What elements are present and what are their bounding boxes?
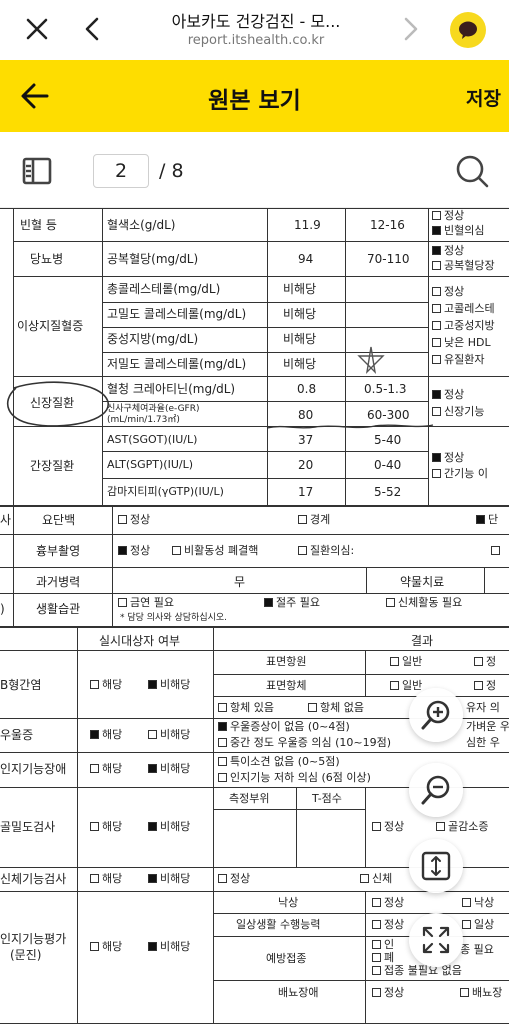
zoom-in-icon <box>421 700 450 730</box>
value-fasting-glucose: 94 <box>298 252 314 266</box>
fullscreen-button[interactable] <box>409 913 463 967</box>
browser-forward-icon[interactable] <box>397 16 423 42</box>
label-physical-function: 신체기능검사 <box>0 872 67 886</box>
browser-back-icon[interactable] <box>80 16 106 42</box>
ref-alt: 0-40 <box>374 458 402 472</box>
value-hemoglobin: 11.9 <box>294 218 321 232</box>
page-navigator: 2 / 8 <box>0 132 509 208</box>
document-page: 빈혈 등 혈색소(g/dL) 11.9 12-16 정상 빈혈의심 당뇨병 공복… <box>0 208 509 1024</box>
browser-title: 아보카도 건강검진 - 모... <box>171 12 341 31</box>
page-total: / 8 <box>159 160 184 182</box>
save-button[interactable]: 저장 <box>466 84 501 111</box>
zoom-out-icon <box>421 775 450 805</box>
item-ggt: 감마지티피(γGTP)(IU/L) <box>107 485 224 498</box>
item-hemoglobin: 혈색소(g/dL) <box>107 218 176 232</box>
lifestyle-note: * 담당 의사와 상담하십시오. <box>120 613 228 623</box>
page-list-icon[interactable] <box>22 157 52 185</box>
item-ast: AST(SGOT)(IU/L) <box>107 433 198 446</box>
zoom-out-button[interactable] <box>409 763 463 817</box>
opt-normal: 정상 <box>444 209 465 222</box>
item-triglyceride: 중성지방(mg/dL) <box>107 332 199 346</box>
value-ggt: 17 <box>298 485 314 499</box>
category-liver: 간장질환 <box>30 459 75 473</box>
label-urine-protein: 요단백 <box>42 513 76 527</box>
fullscreen-icon <box>422 926 450 954</box>
value-ldl: 비해당 <box>283 357 317 371</box>
value-ast: 37 <box>298 433 314 447</box>
item-egfr-unit: (mL/min/1.73㎡) <box>107 415 180 425</box>
category-kidney: 신장질환 <box>30 396 75 410</box>
category-lipid: 이상지질혈증 <box>17 319 84 333</box>
ref-fasting-glucose: 70-110 <box>367 252 410 266</box>
ref-ggt: 5-52 <box>374 485 402 499</box>
category-anemia: 빈혈 등 <box>20 218 57 232</box>
category-diabetes: 당뇨병 <box>30 252 64 266</box>
item-hdl: 고밀도 콜레스테롤(mg/dL) <box>107 307 247 321</box>
fit-page-button[interactable] <box>409 839 463 893</box>
star-doodle-icon <box>357 346 385 375</box>
app-header: 원본 보기 저장 <box>0 60 509 132</box>
col-target-header: 실시대상자 여부 <box>99 634 181 648</box>
browser-bar: 아보카도 건강검진 - 모... report.itshealth.co.kr <box>0 0 509 60</box>
close-icon[interactable] <box>24 16 50 42</box>
label-medication: 약물치료 <box>400 575 445 589</box>
item-creatinine: 혈청 크레아티닌(mg/dL) <box>107 382 236 396</box>
item-fasting-glucose: 공복혈당(mg/dL) <box>107 252 199 266</box>
label-bone-density: 골밀도검사 <box>0 820 56 834</box>
value-hdl: 비해당 <box>283 307 317 321</box>
value-triglyceride: 비해당 <box>283 332 317 346</box>
value-creatinine: 0.8 <box>297 382 317 396</box>
label-depression: 우울증 <box>0 728 34 742</box>
col-result-header: 결과 <box>411 634 434 648</box>
label-cognitive-evaluation: 인지기능평가 <box>0 932 67 946</box>
label-history: 과거병력 <box>36 575 81 589</box>
label-chest-xray: 흉부촬영 <box>36 544 81 558</box>
value-history: 무 <box>234 575 246 589</box>
ref-hemoglobin: 12-16 <box>370 218 405 232</box>
item-total-cholesterol: 총콜레스테롤(mg/dL) <box>107 282 221 296</box>
label-lifestyle: 생활습관 <box>36 602 81 616</box>
value-alt: 20 <box>298 458 314 472</box>
browser-url: report.itshealth.co.kr <box>187 33 325 48</box>
zoom-in-button[interactable] <box>409 688 463 742</box>
ref-creatinine: 0.5-1.3 <box>364 382 407 396</box>
kakaotalk-icon[interactable] <box>450 12 486 48</box>
page-title: 원본 보기 <box>208 88 301 114</box>
item-ldl: 저밀도 콜레스테롤(mg/dL) <box>107 357 247 371</box>
item-alt: ALT(SGPT)(IU/L) <box>107 458 194 471</box>
ref-ast: 5-40 <box>374 433 402 447</box>
search-icon[interactable] <box>455 154 489 188</box>
label-hepatitis-b: B형간염 <box>0 678 42 692</box>
page-number-input[interactable]: 2 <box>93 154 149 188</box>
underline-doodle-icon <box>266 424 434 429</box>
fit-page-icon <box>421 851 451 881</box>
value-total-cholesterol: 비해당 <box>283 282 317 296</box>
label-cognitive: 인지기능장애 <box>0 762 67 776</box>
item-egfr: 신사구체여과율(e-GFR) <box>107 404 200 414</box>
